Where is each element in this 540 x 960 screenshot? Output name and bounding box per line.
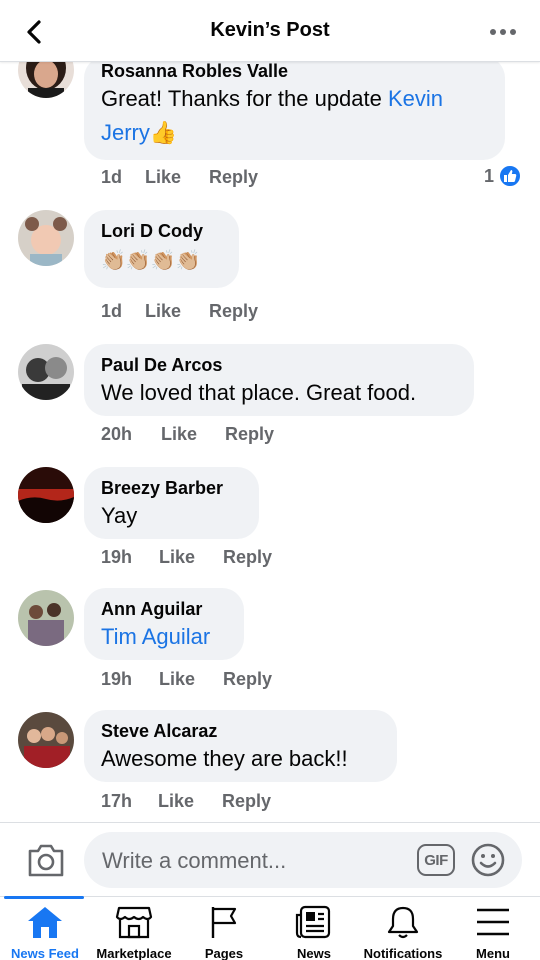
comment-list: Rosanna Robles Valle Great! Thanks for t…: [0, 62, 540, 822]
tab-pages[interactable]: Pages: [179, 897, 269, 960]
comment-time[interactable]: 19h: [101, 669, 159, 690]
page-title: Kevin’s Post: [210, 19, 330, 41]
like-reaction-icon: [498, 164, 522, 188]
thumbs-up-emoji: 👍: [149, 120, 178, 145]
comment-text: We loved that place. Great food.: [101, 380, 417, 405]
comment-text: Awesome they are back!!: [101, 746, 348, 771]
comment-author[interactable]: Ann Aguilar: [101, 598, 226, 620]
comment-bubble: Steve Alcaraz Awesome they are back!!: [84, 710, 397, 782]
tab-label: News Feed: [11, 946, 79, 960]
comment-author[interactable]: Breezy Barber: [101, 477, 241, 499]
comment-actions: 19h Like Reply: [101, 547, 272, 568]
top-bar: Kevin’s Post: [0, 0, 540, 62]
comment-time[interactable]: 19h: [101, 547, 159, 568]
tab-notifications[interactable]: Notifications: [358, 897, 448, 960]
shop-icon: [114, 904, 154, 939]
tab-marketplace[interactable]: Marketplace: [89, 897, 179, 960]
comment-author[interactable]: Steve Alcaraz: [101, 720, 379, 742]
tab-news[interactable]: News: [269, 897, 359, 960]
newspaper-icon: [294, 904, 334, 939]
comment-actions: 20h Like Reply: [101, 424, 274, 445]
reply-button[interactable]: Reply: [223, 547, 272, 568]
comment-author[interactable]: Lori D Cody: [101, 220, 221, 242]
comment-input[interactable]: Write a comment... GIF: [84, 832, 522, 888]
comment-actions: 1d Like Reply: [101, 167, 258, 188]
comment-actions: 19h Like Reply: [101, 669, 272, 690]
camera-icon: [28, 844, 64, 877]
avatar[interactable]: [18, 467, 74, 523]
comment-bubble: Rosanna Robles Valle Great! Thanks for t…: [84, 62, 505, 160]
tab-label: Marketplace: [96, 946, 172, 960]
comment-placeholder: Write a comment...: [102, 848, 287, 873]
like-button[interactable]: Like: [159, 547, 195, 568]
tab-label: News: [297, 946, 331, 960]
comment-author[interactable]: Rosanna Robles Valle: [101, 62, 487, 82]
avatar[interactable]: [18, 712, 74, 768]
tab-menu[interactable]: Menu: [448, 897, 538, 960]
bottom-tab-bar: News Feed Marketplace Pages News Notific…: [0, 896, 540, 960]
comment-time[interactable]: 1d: [101, 301, 145, 322]
reply-button[interactable]: Reply: [222, 791, 271, 812]
reply-button[interactable]: Reply: [225, 424, 274, 445]
avatar[interactable]: [18, 590, 74, 646]
comment-bubble: Breezy Barber Yay: [84, 467, 259, 539]
tab-news-feed[interactable]: News Feed: [0, 896, 90, 960]
comment-text: Great! Thanks for the update Kevin Jerry…: [101, 86, 444, 145]
comment-bubble: Paul De Arcos We loved that place. Great…: [84, 344, 474, 416]
like-button[interactable]: Like: [161, 424, 197, 445]
emoji-button[interactable]: [470, 842, 506, 878]
like-button[interactable]: Like: [159, 669, 195, 690]
tab-label: Pages: [204, 946, 244, 960]
active-tab-indicator: [4, 896, 84, 899]
comment-actions: 17h Like Reply: [101, 791, 271, 812]
camera-button[interactable]: [26, 841, 66, 879]
smiley-icon: [471, 843, 505, 877]
comment-actions: 1d Like Reply: [101, 301, 258, 322]
reaction-number: 1: [483, 165, 494, 186]
comment-time[interactable]: 17h: [101, 791, 158, 812]
comment-time[interactable]: 20h: [101, 424, 161, 445]
comment-bubble: Ann Aguilar Tim Aguilar: [84, 588, 244, 660]
more-options-button[interactable]: [486, 18, 520, 46]
comment-composer: Write a comment... GIF: [0, 822, 540, 896]
comment-author[interactable]: Paul De Arcos: [101, 354, 456, 376]
tab-label: Menu: [476, 946, 510, 960]
tab-label: Notifications: [363, 946, 443, 960]
comment-text: 👏🏼👏🏼👏🏼👏🏼: [101, 250, 201, 272]
like-button[interactable]: Like: [158, 791, 194, 812]
gif-button[interactable]: GIF: [417, 844, 455, 876]
home-icon: [25, 904, 65, 939]
reply-button[interactable]: Reply: [209, 167, 258, 188]
more-dots-icon: [490, 29, 516, 35]
comment-text: Yay: [101, 503, 138, 528]
like-button[interactable]: Like: [145, 301, 181, 322]
like-button[interactable]: Like: [145, 167, 181, 188]
menu-icon: [473, 904, 513, 939]
reply-button[interactable]: Reply: [209, 301, 258, 322]
comment-bubble: Lori D Cody 👏🏼👏🏼👏🏼👏🏼: [84, 210, 239, 288]
flag-icon: [204, 904, 244, 939]
avatar[interactable]: [18, 62, 74, 98]
reply-button[interactable]: Reply: [223, 669, 272, 690]
comment-time[interactable]: 1d: [101, 167, 145, 188]
mention-link[interactable]: Tim Aguilar: [101, 620, 226, 654]
reaction-count[interactable]: 1: [484, 164, 522, 188]
avatar[interactable]: [18, 344, 74, 400]
bell-icon: [383, 904, 423, 939]
avatar[interactable]: [18, 210, 74, 266]
